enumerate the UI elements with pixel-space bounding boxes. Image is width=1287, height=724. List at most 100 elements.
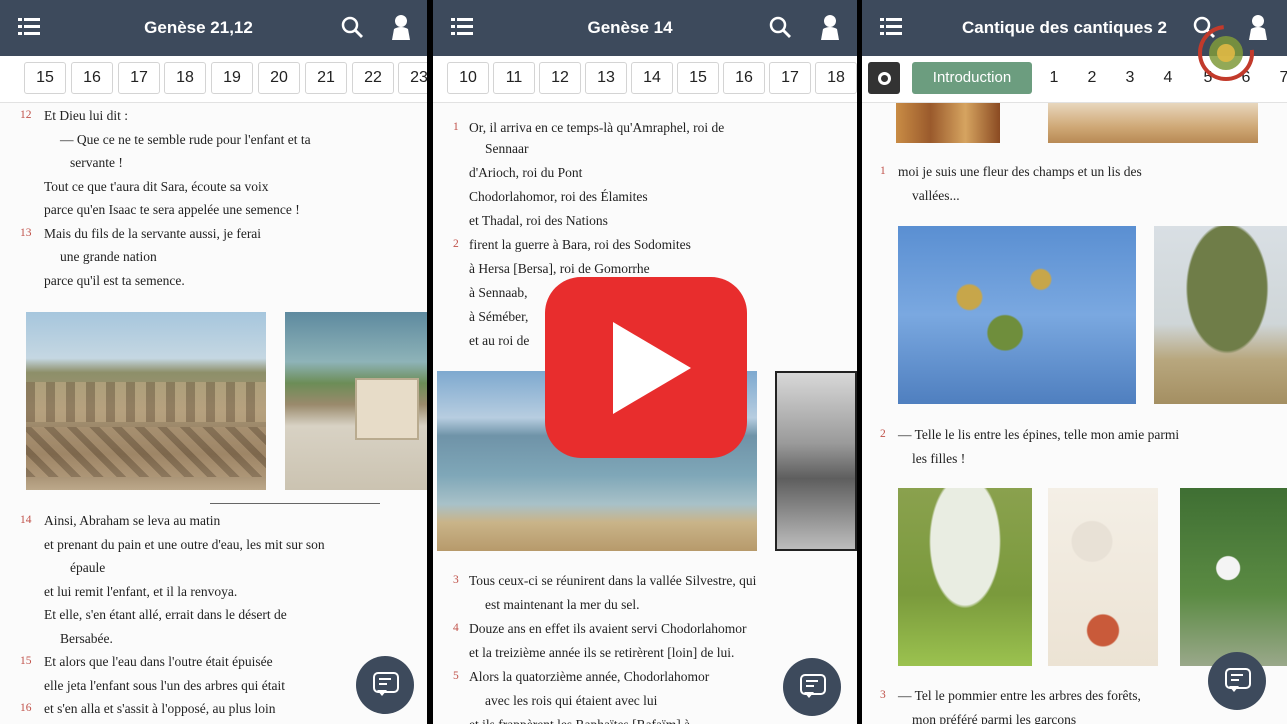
chapter-tab[interactable]: 19 xyxy=(211,62,253,94)
verse-line: à Sennaab, xyxy=(469,285,528,300)
gear-icon[interactable] xyxy=(868,62,900,94)
verse-line: moi je suis une fleur des champs et un l… xyxy=(898,164,1142,179)
search-icon[interactable] xyxy=(769,16,791,38)
verse-line: Et alors que l'eau dans l'outre était ép… xyxy=(44,654,273,669)
chapter-tab[interactable]: 23 xyxy=(398,62,427,94)
verse-line: Mais du fils de la servante aussi, je fe… xyxy=(44,225,262,241)
chapter-tabs: 10 11 12 13 14 15 16 17 18 xyxy=(433,56,857,103)
chat-button[interactable] xyxy=(783,658,841,716)
painting-photo xyxy=(896,103,1000,143)
page-title[interactable]: Genèse 21,12 xyxy=(60,0,337,56)
user-icon[interactable] xyxy=(819,14,841,40)
menu-icon[interactable] xyxy=(880,18,904,38)
verse-line: — Tel le pommier entre les arbres des fo… xyxy=(898,688,1141,703)
verse-line: et ils frappèrent les Raphaïtes [Rafaïm]… xyxy=(469,713,690,724)
channel-logo-icon xyxy=(1198,25,1254,81)
menu-icon[interactable] xyxy=(18,18,42,38)
verse-line: Or, il arriva en ce temps-là qu'Amraphel… xyxy=(469,120,725,135)
verse-line: — Telle le lis entre les épines, telle m… xyxy=(898,427,1180,442)
chapter-tab[interactable]: 11 xyxy=(493,62,535,94)
verse-number: 12 xyxy=(20,109,32,121)
verse-line: firent la guerre à Bara, roi des Sodomit… xyxy=(469,237,691,252)
stone-ruins-photo xyxy=(285,312,427,490)
reader-panel-cantique-2: Cantique des cantiques 2 Introduction 1 … xyxy=(862,0,1287,724)
chapter-tab[interactable]: 18 xyxy=(164,62,206,94)
chapter-tab[interactable]: 3 xyxy=(1114,62,1146,94)
chat-button[interactable] xyxy=(1208,652,1266,710)
chapter-tab[interactable]: 15 xyxy=(677,62,719,94)
user-icon[interactable] xyxy=(390,14,412,40)
verse-number: 15 xyxy=(20,655,32,667)
chapter-tab[interactable]: 10 xyxy=(447,62,489,94)
introduction-tab[interactable]: Introduction xyxy=(912,62,1032,94)
chapter-tab[interactable]: 2 xyxy=(1076,62,1108,94)
verse-line: Chodorlahomor, roi des Élamites xyxy=(469,189,648,204)
verse-line: Ainsi, Abraham se leva au matin xyxy=(44,513,221,528)
chapter-tab[interactable]: 22 xyxy=(352,62,394,94)
verse-number: 1 xyxy=(880,165,886,177)
menu-icon[interactable] xyxy=(451,18,475,38)
chapter-tab[interactable]: 20 xyxy=(258,62,300,94)
excavation-photo xyxy=(26,312,266,490)
verse-line: avec les rois qui étaient avec lui xyxy=(485,693,658,708)
reader-panel-genese-21: Genèse 21,12 15 16 17 18 19 20 21 22 23 … xyxy=(0,0,427,724)
chapter-tab[interactable]: 15 xyxy=(24,62,66,94)
verse-line: une grande nation xyxy=(60,249,157,264)
chapter-tab[interactable]: 14 xyxy=(631,62,673,94)
page-title[interactable]: Cantique des cantiques 2 xyxy=(942,0,1187,56)
search-icon[interactable] xyxy=(341,16,363,38)
divider xyxy=(210,503,380,504)
verse-number: 1 xyxy=(453,121,459,133)
verse-line: parce qu'en Isaac te sera appelée une se… xyxy=(44,202,300,217)
verse-line: Alors la quatorzième année, Chodorlahomo… xyxy=(469,669,710,684)
verse-line: Tout ce que t'aura dit Sara, écoute sa v… xyxy=(44,178,269,194)
historic-photo xyxy=(775,371,857,551)
verse-line: est maintenant la mer du sel. xyxy=(485,597,640,612)
verse-line: d'Arioch, roi du Pont xyxy=(469,165,583,180)
manuscript-photo xyxy=(1048,103,1258,143)
play-button[interactable] xyxy=(545,277,747,458)
chapter-tab[interactable]: 16 xyxy=(71,62,113,94)
verse-line: épaule xyxy=(70,560,106,575)
verse-line: et s'en alla et s'assit à l'opposé, au p… xyxy=(44,701,276,716)
chapter-tab[interactable]: 21 xyxy=(305,62,347,94)
chapter-tab[interactable]: 16 xyxy=(723,62,765,94)
chapter-tab[interactable]: 17 xyxy=(769,62,811,94)
flower-photo xyxy=(1180,488,1287,666)
verse-line: vallées... xyxy=(912,188,960,203)
chapter-tabs: 15 16 17 18 19 20 21 22 23 xyxy=(0,56,427,103)
verse-line: Et Dieu lui dit : xyxy=(44,108,128,123)
verse-line: Douze ans en effet ils avaient servi Cho… xyxy=(469,621,747,636)
verse-line: — Que ce ne te semble rude pour l'enfant… xyxy=(60,131,311,147)
verse-number: 5 xyxy=(453,670,459,682)
verse-number: 3 xyxy=(880,689,886,701)
apple-tree-photo xyxy=(898,488,1032,666)
top-bar: Genèse 21,12 xyxy=(0,0,427,56)
verse-line: elle jeta l'enfant sous l'un des arbres … xyxy=(44,677,286,693)
verse-line: mon préféré parmi les garçons xyxy=(912,712,1077,724)
chapter-tab[interactable]: 17 xyxy=(118,62,160,94)
verse-line: Et elle, s'en étant allé, errait dans le… xyxy=(44,607,287,622)
chat-button[interactable] xyxy=(356,656,414,714)
verse-line: et lui remit l'enfant, et il la renvoya. xyxy=(44,583,238,599)
botanical-photo xyxy=(1048,488,1158,666)
chapter-tab[interactable]: 7 xyxy=(1268,62,1287,94)
verse-line: servante ! xyxy=(70,155,123,170)
verse-line: parce qu'il est ta semence. xyxy=(44,272,185,288)
verse-number: 16 xyxy=(20,702,32,714)
verse-number: 3 xyxy=(453,574,459,586)
tree-photo xyxy=(1154,226,1287,404)
chapter-tab[interactable]: 12 xyxy=(539,62,581,94)
page-title[interactable]: Genèse 14 xyxy=(493,0,767,56)
lily-branch-photo xyxy=(898,226,1136,404)
verse-number: 13 xyxy=(20,226,32,239)
verse-number: 4 xyxy=(453,622,459,634)
chapter-tab[interactable]: 4 xyxy=(1152,62,1184,94)
verse-line: et prenant du pain et une outre d'eau, l… xyxy=(44,536,325,552)
chapter-tab[interactable]: 13 xyxy=(585,62,627,94)
verse-line: et Thadal, roi des Nations xyxy=(469,213,608,228)
chapter-tab[interactable]: 18 xyxy=(815,62,857,94)
verse-line: à Séméber, xyxy=(469,309,529,324)
verse-line: et la treizième année ils se retirèrent … xyxy=(469,645,735,660)
chapter-tab[interactable]: 1 xyxy=(1038,62,1070,94)
